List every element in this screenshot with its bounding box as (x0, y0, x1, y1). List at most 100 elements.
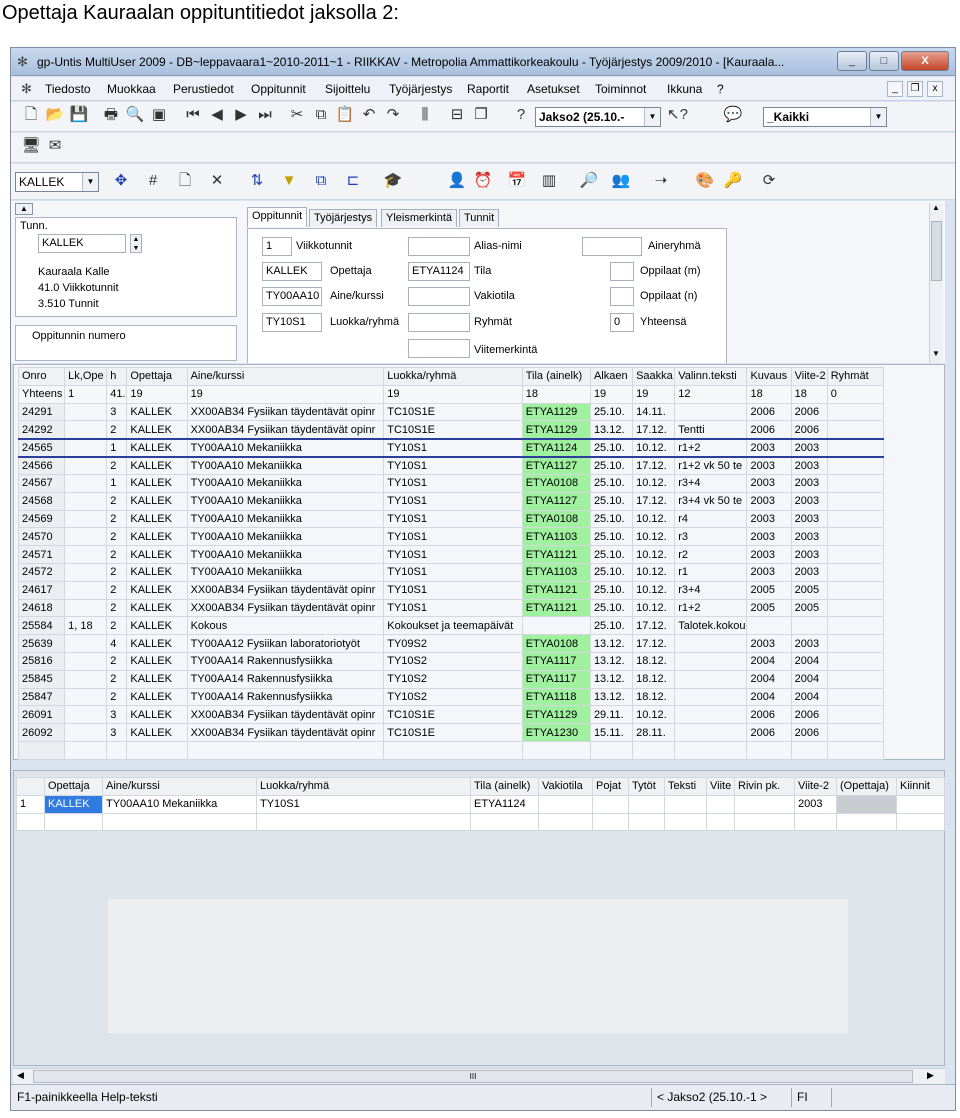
print-preview-icon[interactable]: 🔍 (125, 105, 145, 125)
table-cell[interactable]: (Opettaja) (836, 777, 897, 796)
scroll-right-icon[interactable]: ▶ (927, 1070, 934, 1081)
table-cell[interactable]: 13.12. (589, 687, 634, 707)
table-cell[interactable]: TY00AA10 Mekaniikka (186, 491, 385, 511)
table-cell[interactable]: 2006 (790, 705, 828, 725)
table-cell[interactable]: 24618 (17, 598, 66, 618)
table-cell[interactable]: TY00AA10 Mekaniikka (186, 456, 385, 475)
next-record-icon[interactable]: ▶ (231, 105, 251, 125)
weekly-hours-input[interactable]: 1 (262, 237, 292, 256)
table-cell[interactable] (470, 812, 539, 832)
table-cell[interactable]: 17.12. (632, 616, 676, 636)
table-cell[interactable]: 25.10. (589, 545, 634, 564)
table-cell[interactable] (826, 420, 885, 440)
table-cell[interactable]: 24572 (17, 562, 66, 582)
table-cell[interactable]: 18 (790, 384, 828, 404)
mdi-close-button[interactable]: x (927, 81, 943, 97)
table-cell[interactable]: KALLEK (126, 580, 188, 600)
table-row[interactable]: 24572 2 KALLEK TY00AA10 Mekaniikka TY10S1 ETY… (17, 562, 885, 582)
table-cell[interactable]: KALLEK (126, 598, 188, 618)
keys-icon[interactable]: 🔑 (723, 171, 743, 191)
table-cell[interactable]: TY10S1 (256, 794, 471, 814)
table-cell[interactable] (674, 687, 748, 707)
tab-tyojarjestys[interactable]: Työjärjestys (309, 209, 378, 227)
table-cell[interactable]: h (106, 367, 128, 386)
table-row[interactable]: 25847 2 KALLEK TY00AA14 Rakennusfysiikka TY1… (17, 687, 885, 707)
table-cell[interactable]: 26092 (17, 723, 66, 742)
menu-asetukset[interactable]: Asetukset (527, 82, 580, 96)
table-cell[interactable]: 17.12. (632, 456, 676, 475)
table-cell[interactable] (826, 723, 885, 742)
last-record-icon[interactable]: ⏭ (255, 105, 275, 125)
table-cell[interactable]: 0 (826, 384, 885, 404)
mail-icon[interactable]: ✉ (45, 136, 65, 156)
scroll-thumb[interactable] (931, 221, 942, 281)
table-cell[interactable]: 2 (106, 527, 128, 547)
scroll-up-icon[interactable]: ▲ (932, 203, 940, 212)
table-cell[interactable] (102, 812, 257, 832)
table-cell[interactable]: TY00AA10 Mekaniikka (186, 545, 385, 564)
table-cell[interactable] (64, 740, 108, 760)
open-folder-icon[interactable]: 📂 (45, 105, 65, 125)
menu-perustiedot[interactable]: Perustiedot (173, 82, 234, 96)
status-period[interactable]: < Jakso2 (25.10.-1 > (657, 1090, 767, 1104)
teachers-icon[interactable]: 👥 (611, 171, 631, 191)
table-cell[interactable]: Ryhmät (826, 367, 885, 386)
table-cell[interactable]: KALLEK (126, 491, 188, 511)
table-cell[interactable]: 2003 (746, 545, 792, 564)
table-cell[interactable]: 10.12. (632, 705, 676, 725)
mdi-restore-button[interactable]: ❐ (907, 81, 923, 97)
table-cell[interactable]: 25816 (17, 651, 66, 671)
table-row[interactable]: 24570 2 KALLEK TY00AA10 Mekaniikka TY10S1 ETY… (17, 527, 885, 547)
spin-stepper-icon[interactable]: ▲ ▼ (130, 234, 142, 253)
table-row[interactable]: 24568 2 KALLEK TY00AA10 Mekaniikka TY10S1 ETY… (17, 491, 885, 511)
table-cell[interactable]: 17.12. (632, 420, 676, 440)
table-cell[interactable]: 1 (106, 473, 128, 493)
table-cell[interactable]: Tila (ainelk) (470, 777, 539, 796)
menu-raportit[interactable]: Raportit (467, 82, 509, 96)
horizontal-scroll-thumb[interactable]: III (33, 1070, 913, 1083)
table-cell[interactable]: 2003 (746, 509, 792, 529)
table-cell[interactable] (64, 598, 108, 618)
paste-icon[interactable]: 📋 (335, 105, 355, 125)
table-cell[interactable]: 2 (106, 687, 128, 707)
table-cell[interactable]: TY10S1 (383, 545, 523, 564)
table-cell[interactable]: KALLEK (126, 456, 188, 475)
table-cell[interactable] (521, 616, 591, 636)
table-row[interactable]: 25639 4 KALLEK TY00AA12 Fysiikan laboratori… (17, 634, 885, 653)
table-cell[interactable]: 19 (186, 384, 385, 404)
total-students-input[interactable]: 0 (610, 313, 634, 332)
table-cell[interactable] (64, 473, 108, 493)
settings-window-icon[interactable]: 🖥 (21, 136, 41, 156)
table-cell[interactable] (826, 437, 885, 458)
table-cell[interactable]: TC10S1E (383, 420, 523, 440)
maximize-button[interactable]: □ (869, 51, 899, 71)
grid-hash-icon[interactable]: # (143, 171, 163, 191)
app-menu-icon[interactable]: ✻ (21, 81, 37, 97)
table-cell[interactable]: 2 (106, 616, 128, 636)
table-cell[interactable] (64, 402, 108, 422)
table-cell[interactable] (674, 740, 748, 760)
table-cell[interactable]: 2005 (790, 598, 828, 618)
table-cell[interactable]: Rivin pk. (734, 777, 795, 796)
table-cell[interactable] (896, 794, 945, 814)
export-icon[interactable]: ▣ (149, 105, 169, 125)
table-cell[interactable] (186, 740, 385, 760)
table-cell[interactable]: ETYA1121 (521, 580, 591, 600)
table-cell[interactable]: Pojat (592, 777, 629, 796)
table-cell[interactable]: TY00AA14 Rakennusfysiikka (186, 669, 385, 689)
scroll-down-icon[interactable]: ▼ (932, 349, 940, 358)
table-cell[interactable]: TY00AA10 Mekaniikka (186, 509, 385, 529)
arrow-into-icon[interactable]: ➝ (651, 171, 671, 191)
alias-input[interactable] (408, 237, 470, 256)
table-cell[interactable]: r1 (674, 562, 748, 582)
table-cell[interactable]: XX00AB34 Fysiikan täydentävät opinr (186, 580, 385, 600)
table-cell[interactable]: 3 (106, 723, 128, 742)
table-cell[interactable]: Valinn.teksti (674, 367, 748, 386)
table-cell[interactable]: ETYA1124 (521, 437, 591, 458)
table-cell[interactable]: 18.12. (632, 651, 676, 671)
table-cell[interactable]: 24292 (17, 420, 66, 440)
table-cell[interactable]: Opettaja (44, 777, 103, 796)
table-cell[interactable]: Tentti (674, 420, 748, 440)
table-cell[interactable]: KALLEK (126, 420, 188, 440)
detail-header-row[interactable]: Opettaja Aine/kurssi Luokka/ryhmä Tila (ain… (16, 777, 945, 796)
